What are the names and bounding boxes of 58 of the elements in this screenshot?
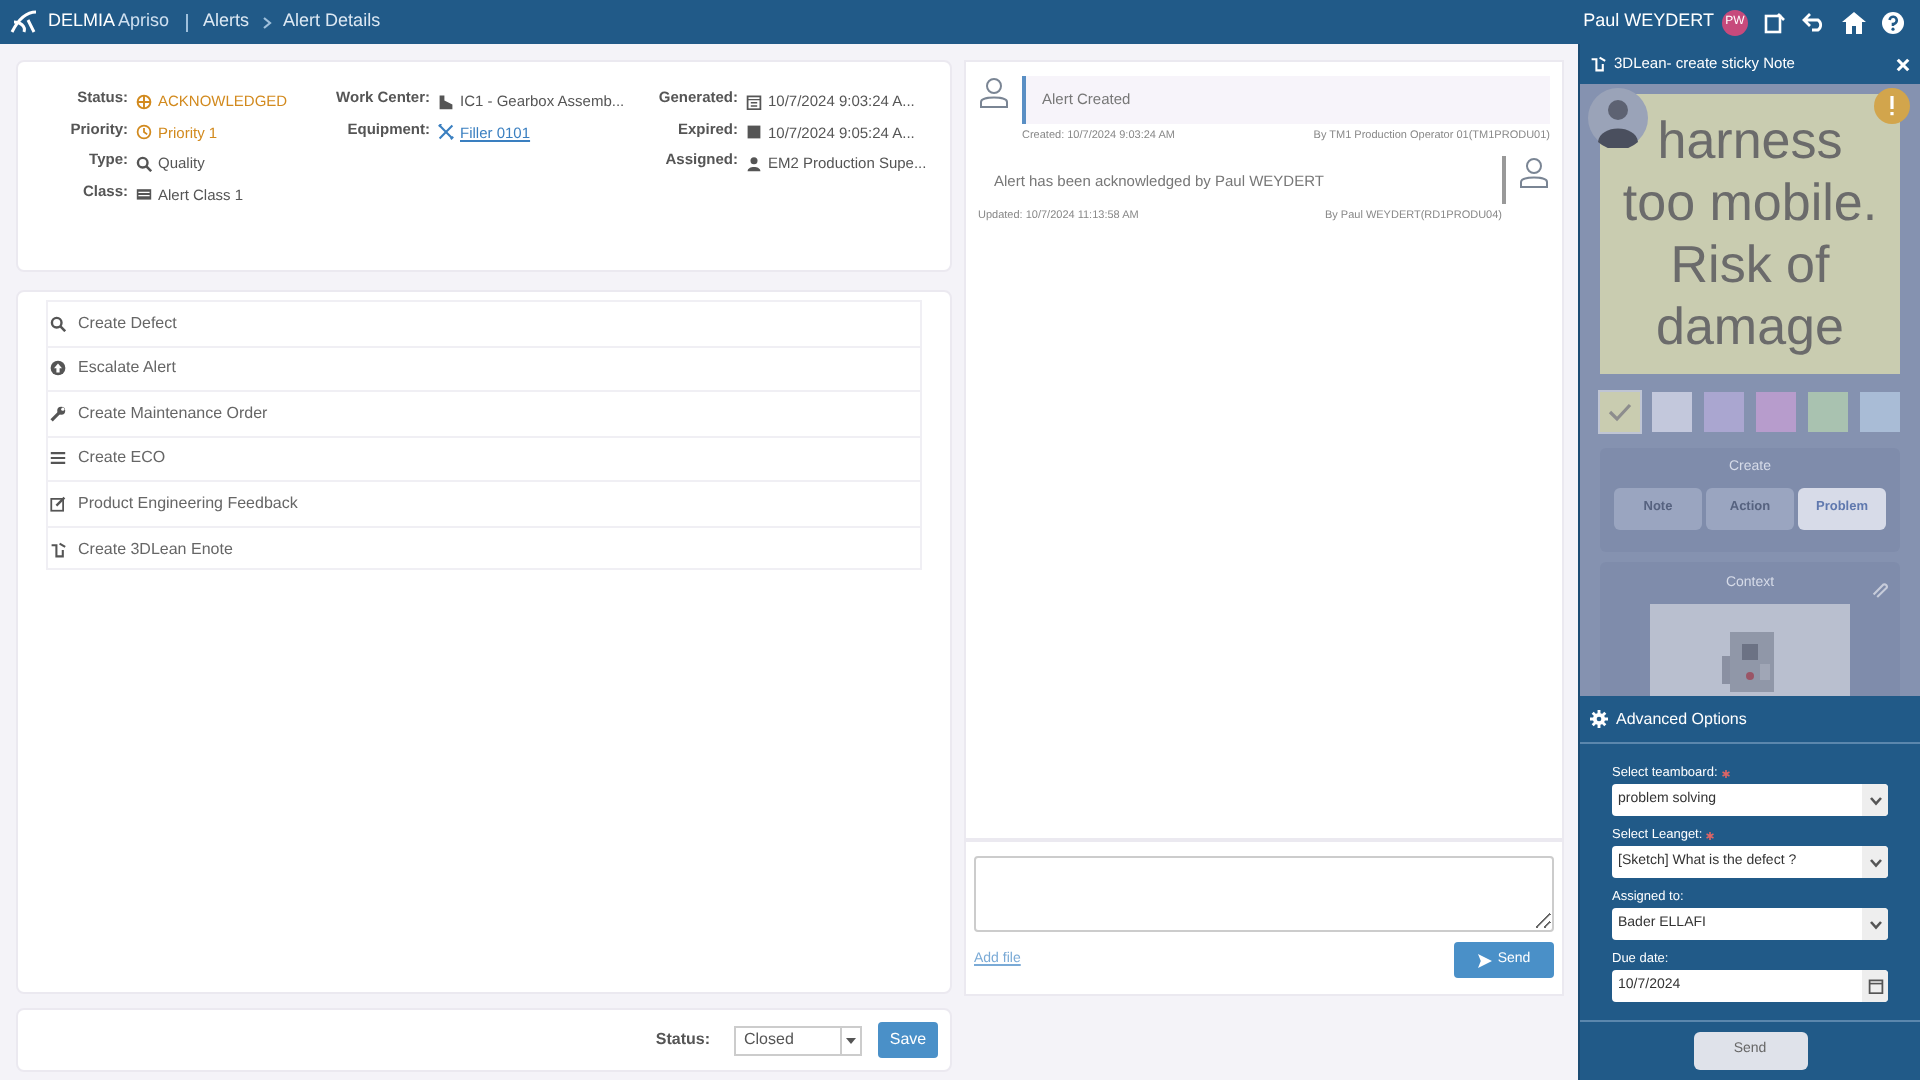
app-title: DELMIA Apriso (48, 8, 170, 35)
wrench-icon (50, 405, 66, 422)
sticky-note: harness too mobile. Risk of damage (1600, 94, 1900, 374)
person-icon (746, 155, 762, 172)
edit-icon (50, 495, 66, 512)
exclamation-icon (1874, 88, 1910, 124)
comment-field[interactable] (974, 856, 1554, 932)
close-icon[interactable] (1896, 57, 1910, 71)
save-button[interactable]: Save (878, 1022, 938, 1058)
up-arrow-icon (50, 360, 66, 377)
color-swatch[interactable] (1652, 392, 1692, 432)
action-link[interactable]: Create Maintenance Order (78, 401, 268, 426)
color-swatch[interactable] (1600, 392, 1640, 432)
calendar-icon[interactable] (1867, 978, 1883, 994)
menu-icon (50, 450, 66, 467)
building-icon (438, 93, 454, 110)
chevron-right-icon (261, 13, 272, 31)
undo-icon[interactable] (1802, 12, 1826, 32)
action-link[interactable]: Escalate Alert (78, 356, 176, 381)
paperclip-icon[interactable] (1870, 580, 1888, 598)
logo-icon (8, 8, 40, 36)
color-swatch[interactable] (1704, 392, 1744, 432)
user-icon (1518, 156, 1550, 189)
breadcrumb-link[interactable]: Alerts (203, 8, 250, 36)
sticky-note-icon (1590, 56, 1606, 72)
sticky-note-icon (50, 541, 66, 558)
search-icon (50, 315, 66, 332)
color-swatch[interactable] (1808, 392, 1848, 432)
action-link[interactable]: Create Defect (78, 311, 177, 336)
divider-icon (181, 13, 192, 31)
status-label: Status: (655, 1028, 710, 1052)
search-icon (136, 155, 152, 172)
settings-icon (1590, 710, 1608, 728)
chevron-down-icon[interactable] (1869, 795, 1881, 805)
calendar-icon (746, 93, 762, 110)
color-swatch[interactable] (1860, 392, 1900, 432)
note-icon[interactable] (1764, 11, 1786, 33)
user-avatar-icon (1588, 88, 1648, 148)
card-icon (136, 186, 152, 203)
send-icon (1477, 953, 1492, 967)
breadcrumb-link[interactable]: Alert Details (283, 8, 381, 36)
user-icon (978, 76, 1010, 108)
action-link[interactable]: Product Engineering Feedback (78, 491, 298, 516)
caret-icon (846, 1037, 856, 1043)
clock-icon (136, 124, 152, 141)
home-icon[interactable] (1842, 11, 1866, 33)
help-icon[interactable] (1882, 11, 1904, 33)
color-swatch[interactable] (1756, 392, 1796, 432)
action-link[interactable]: Create ECO (78, 446, 166, 471)
tools-icon (438, 124, 454, 141)
target-icon (136, 93, 152, 110)
status-select[interactable]: Closed (734, 1025, 862, 1055)
action-link[interactable]: Create 3DLean Enote (78, 537, 233, 562)
user-name[interactable]: Paul WEYDERT (1583, 8, 1714, 36)
chevron-down-icon[interactable] (1869, 857, 1881, 867)
chevron-down-icon[interactable] (1869, 919, 1881, 929)
square-icon (746, 124, 762, 141)
section-title: Advanced Options (1616, 707, 1747, 731)
